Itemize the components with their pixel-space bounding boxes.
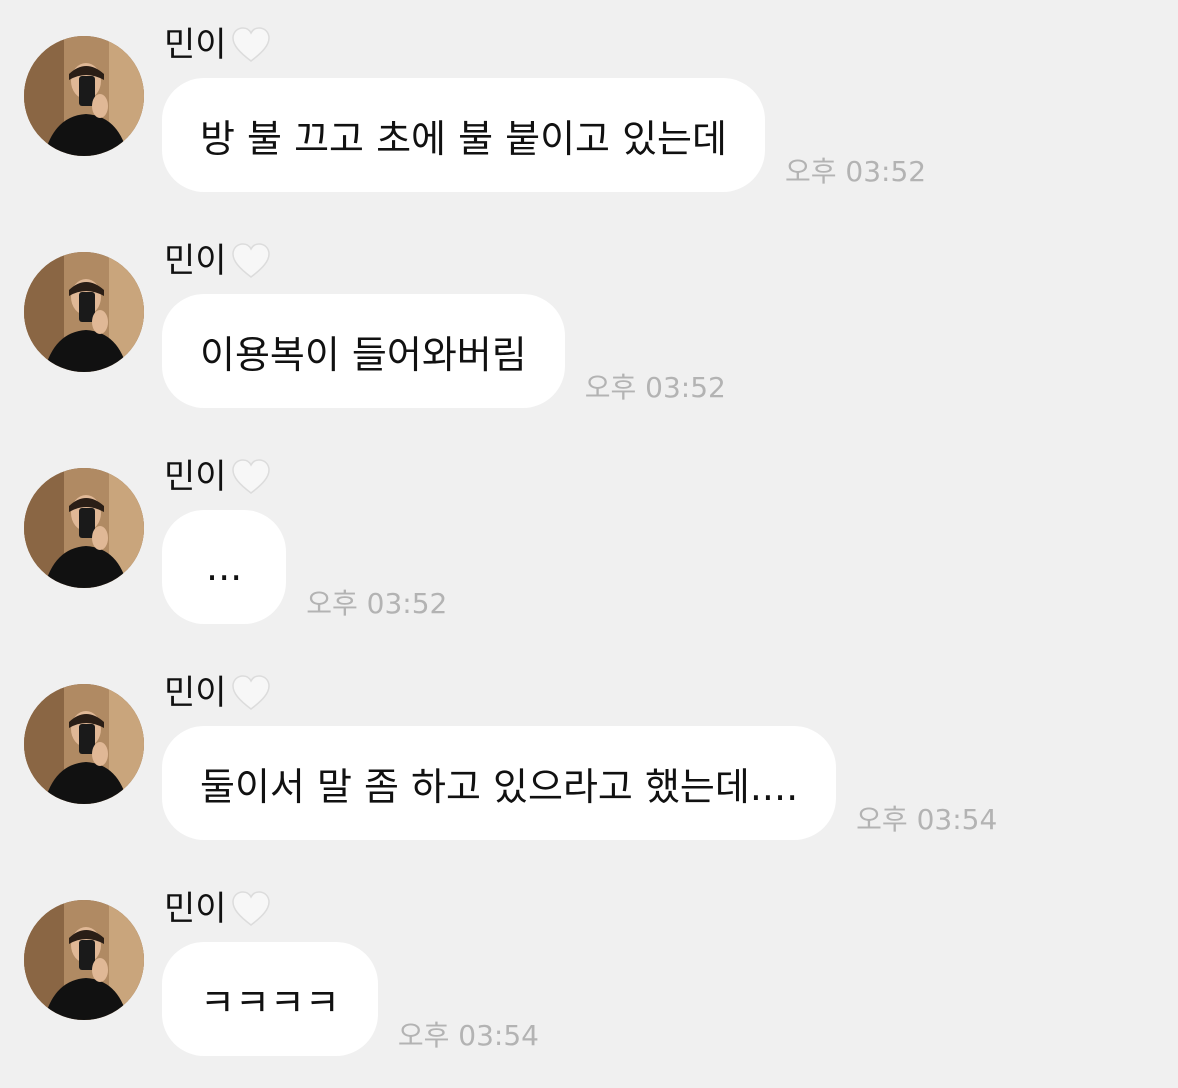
- message-item: 민이 ... 오후 03:52: [0, 432, 1178, 648]
- avatar-photo: [24, 36, 144, 156]
- white-heart-icon: [229, 671, 273, 715]
- message-timestamp: 오후 03:52: [306, 587, 448, 620]
- message-item: 민이 이용복이 들어와버림 오후 03:52: [0, 216, 1178, 432]
- sender-name: 민이: [164, 889, 227, 929]
- white-heart-icon: [229, 239, 273, 283]
- avatar-photo: [24, 900, 144, 1020]
- message-timestamp: 오후 03:54: [397, 1019, 539, 1052]
- message-bubble[interactable]: ...: [162, 510, 287, 624]
- avatar[interactable]: [24, 36, 144, 156]
- message-bubble[interactable]: ㅋㅋㅋㅋ: [162, 942, 378, 1056]
- avatar-photo: [24, 252, 144, 372]
- avatar-photo: [24, 468, 144, 588]
- avatar[interactable]: [24, 684, 144, 804]
- message-bubble[interactable]: 이용복이 들어와버림: [162, 294, 565, 408]
- white-heart-icon: [229, 455, 273, 499]
- message-bubble[interactable]: 방 불 끄고 초에 불 붙이고 있는데: [162, 78, 765, 192]
- message-item: 민이 방 불 끄고 초에 불 붙이고 있는데 오후 03:52: [0, 0, 1178, 216]
- message-item: 민이 ㅋㅋㅋㅋ 오후 03:54: [0, 864, 1178, 1080]
- chat-message-list[interactable]: 민이 방 불 끄고 초에 불 붙이고 있는데 오후 03:52 민이 이용복이 …: [0, 0, 1178, 1088]
- avatar[interactable]: [24, 468, 144, 588]
- message-item: 민이 둘이서 말 좀 하고 있으라고 했는데.... 오후 03:54: [0, 648, 1178, 864]
- white-heart-icon: [229, 887, 273, 931]
- message-timestamp: 오후 03:54: [856, 803, 998, 836]
- message-bubble[interactable]: 둘이서 말 좀 하고 있으라고 했는데....: [162, 726, 837, 840]
- message-timestamp: 오후 03:52: [784, 155, 927, 188]
- message-timestamp: 오후 03:52: [584, 371, 726, 404]
- avatar[interactable]: [24, 900, 144, 1020]
- avatar-photo: [24, 684, 144, 804]
- sender-name: 민이: [164, 25, 227, 65]
- sender-name: 민이: [164, 241, 227, 281]
- white-heart-icon: [229, 23, 273, 67]
- sender-name: 민이: [164, 457, 227, 497]
- sender-name: 민이: [164, 673, 227, 713]
- avatar[interactable]: [24, 252, 144, 372]
